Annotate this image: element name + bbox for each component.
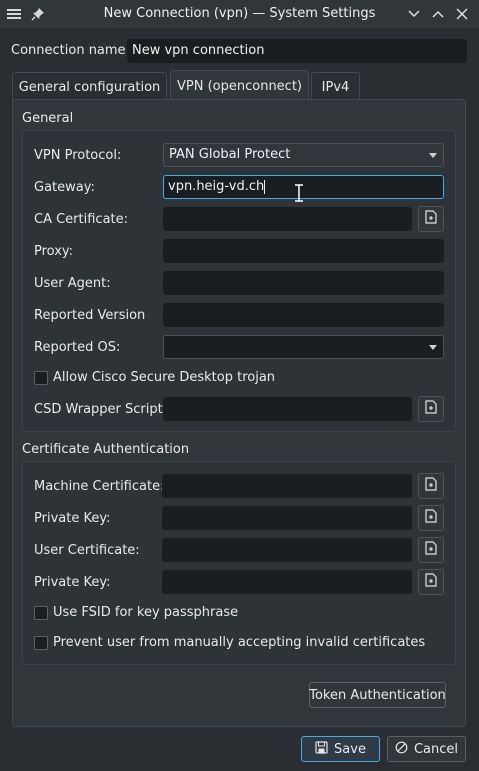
general-section-title: General — [22, 111, 74, 126]
proxy-input[interactable] — [163, 239, 444, 263]
reported-os-select[interactable] — [163, 335, 444, 359]
chevron-down-icon — [429, 153, 437, 158]
save-label: Save — [334, 741, 366, 757]
file-open-icon — [425, 210, 437, 228]
user-certificate-input[interactable] — [162, 538, 412, 562]
ca-certificate-browse-button[interactable] — [418, 206, 444, 232]
private-key-1-label: Private Key: — [34, 511, 111, 526]
user-agent-label: User Agent: — [34, 276, 111, 291]
gateway-label: Gateway: — [34, 180, 95, 195]
ca-certificate-label: CA Certificate: — [34, 212, 129, 227]
file-open-icon — [425, 573, 437, 591]
token-authentication-button[interactable]: Token Authentication — [309, 682, 446, 708]
file-open-icon — [425, 400, 437, 418]
file-open-icon — [425, 477, 437, 495]
maximize-icon[interactable] — [428, 4, 448, 24]
tab-label: General configuration — [18, 79, 161, 95]
tab-vpn-openconnect[interactable]: VPN (openconnect) — [170, 70, 309, 101]
prevent-invalid-certs-checkbox[interactable] — [34, 636, 48, 650]
vpn-protocol-label: VPN Protocol: — [34, 148, 122, 163]
connection-name-input[interactable]: New vpn connection — [127, 39, 467, 63]
vpn-protocol-value: PAN Global Protect — [169, 147, 291, 162]
save-button[interactable]: Save — [301, 736, 380, 762]
user-certificate-label: User Certificate: — [34, 543, 140, 558]
title-bar: New Connection (vpn) — System Settings — [0, 0, 479, 28]
use-fsid-checkbox[interactable] — [34, 606, 48, 620]
prevent-invalid-certs-label: Prevent user from manually accepting inv… — [53, 635, 426, 650]
tab-ipv4[interactable]: IPv4 — [311, 72, 360, 101]
close-icon[interactable] — [452, 4, 472, 24]
private-key-2-label: Private Key: — [34, 575, 111, 590]
csd-wrapper-input[interactable] — [163, 397, 412, 421]
reported-version-input[interactable] — [163, 303, 444, 327]
private-key-2-browse-button[interactable] — [418, 569, 444, 595]
allow-csd-label: Allow Cisco Secure Desktop trojan — [53, 370, 276, 385]
user-agent-input[interactable] — [163, 271, 444, 295]
tab-general-configuration[interactable]: General configuration — [12, 72, 167, 101]
proxy-label: Proxy: — [34, 244, 74, 259]
user-certificate-browse-button[interactable] — [418, 537, 444, 563]
private-key-1-input[interactable] — [162, 506, 412, 530]
cancel-icon — [395, 741, 408, 758]
machine-certificate-browse-button[interactable] — [418, 473, 444, 499]
vpn-protocol-select[interactable]: PAN Global Protect — [163, 143, 444, 167]
machine-certificate-input[interactable] — [162, 474, 412, 498]
token-authentication-label: Token Authentication — [309, 687, 446, 703]
allow-csd-checkbox[interactable] — [34, 371, 48, 385]
csd-wrapper-browse-button[interactable] — [418, 396, 444, 422]
save-icon — [315, 740, 328, 758]
tab-label: IPv4 — [321, 79, 350, 95]
cancel-label: Cancel — [413, 741, 459, 757]
file-open-icon — [425, 509, 437, 527]
private-key-1-browse-button[interactable] — [418, 505, 444, 531]
file-open-icon — [425, 541, 437, 559]
cancel-button[interactable]: Cancel — [387, 736, 466, 762]
reported-version-label: Reported Version — [34, 308, 146, 323]
chevron-down-icon — [429, 345, 437, 350]
use-fsid-label: Use FSID for key passphrase — [53, 605, 239, 620]
minimize-icon[interactable] — [404, 4, 424, 24]
ca-certificate-input[interactable] — [163, 207, 412, 231]
cert-auth-section-title: Certificate Authentication — [22, 442, 190, 457]
tab-label: VPN (openconnect) — [177, 78, 302, 94]
ibeam-cursor-icon — [294, 184, 304, 206]
csd-wrapper-label: CSD Wrapper Script: — [34, 402, 168, 417]
connection-name-label: Connection name: — [11, 43, 130, 58]
reported-os-label: Reported OS: — [34, 340, 121, 355]
gateway-value: vpn.heig-vd.ch — [168, 179, 265, 194]
machine-certificate-label: Machine Certificate: — [34, 479, 165, 494]
private-key-2-input[interactable] — [162, 570, 412, 594]
text-caret — [264, 179, 266, 194]
